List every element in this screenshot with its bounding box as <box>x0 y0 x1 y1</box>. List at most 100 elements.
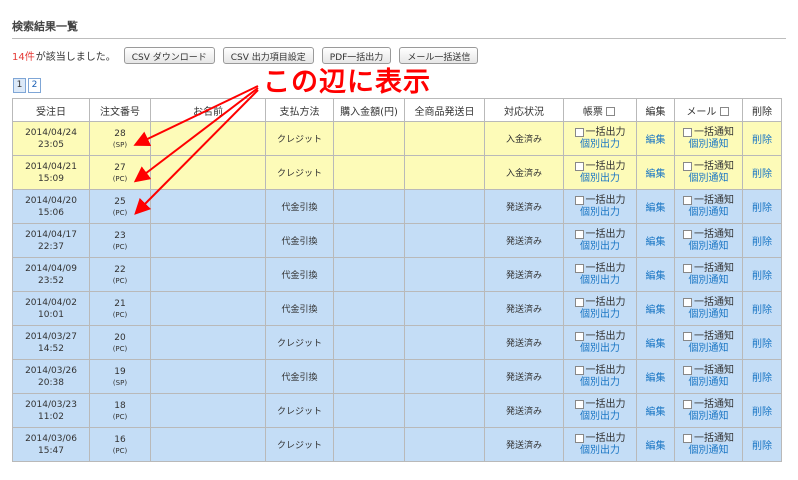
mail-bulk-checkbox[interactable] <box>683 399 692 409</box>
status-cell: 発送済み <box>484 393 564 428</box>
edit-link[interactable]: 編集 <box>646 373 666 384</box>
col-name[interactable]: お名前 <box>150 98 266 122</box>
mail-bulk-checkbox[interactable] <box>683 297 692 307</box>
individual-output-link[interactable]: 個別出力 <box>566 275 634 287</box>
ticket-bulk-checkbox[interactable] <box>574 331 584 341</box>
col-order-date[interactable]: 受注日 <box>12 98 90 122</box>
individual-notify-link[interactable]: 個別通知 <box>677 377 740 389</box>
delete-link[interactable]: 削除 <box>752 373 772 384</box>
individual-output-link[interactable]: 個別出力 <box>566 411 634 423</box>
mail-bulk-checkbox[interactable] <box>683 127 692 137</box>
mail-bulk-checkbox[interactable] <box>683 263 692 273</box>
individual-output-link[interactable]: 個別出力 <box>566 139 634 151</box>
edit-link[interactable]: 編集 <box>646 271 666 282</box>
payment-cell: クレジット <box>265 155 334 190</box>
edit-link[interactable]: 編集 <box>646 305 666 316</box>
ticket-select-all-checkbox[interactable] <box>606 107 616 116</box>
order-no-cell: 25 (PC) <box>89 189 151 224</box>
order-no-cell: 19 (SP) <box>89 359 151 394</box>
ticket-bulk-checkbox[interactable] <box>574 161 584 171</box>
ship-date-cell <box>404 325 485 360</box>
delete-link[interactable]: 削除 <box>752 441 772 452</box>
mail-bulk-checkbox[interactable] <box>683 331 692 341</box>
page-link-1[interactable]: 1 <box>13 78 26 93</box>
payment-cell: クレジット <box>265 393 334 428</box>
order-no: 18 <box>114 400 126 411</box>
order-no: 16 <box>114 434 126 445</box>
mail-select-all-checkbox[interactable] <box>719 107 729 116</box>
col-status[interactable]: 対応状況 <box>484 98 564 122</box>
individual-output-link[interactable]: 個別出力 <box>566 377 634 389</box>
csv-download-button[interactable]: CSV ダウンロード <box>123 47 215 64</box>
order-date-cell: 2014/03/23 11:02 <box>12 393 90 428</box>
edit-link[interactable]: 編集 <box>646 339 666 350</box>
status-cell: 発送済み <box>484 189 564 224</box>
bulk-output-label: 一括出力 <box>585 262 626 274</box>
col-amount[interactable]: 購入金額(円) <box>333 98 405 122</box>
page-link-2[interactable]: 2 <box>28 78 41 93</box>
delete-link[interactable]: 削除 <box>752 203 772 214</box>
name-cell <box>150 291 266 326</box>
delete-link[interactable]: 削除 <box>752 237 772 248</box>
name-cell <box>150 257 266 292</box>
individual-output-link[interactable]: 個別出力 <box>566 343 634 355</box>
delete-cell: 削除 <box>742 359 782 394</box>
ticket-bulk-checkbox[interactable] <box>574 195 584 205</box>
individual-output-link[interactable]: 個別出力 <box>566 173 634 185</box>
individual-notify-link[interactable]: 個別通知 <box>677 207 740 219</box>
ticket-bulk-checkbox[interactable] <box>574 297 584 307</box>
delete-link[interactable]: 削除 <box>752 135 772 146</box>
delete-link[interactable]: 削除 <box>752 339 772 350</box>
ship-date-cell <box>404 121 485 156</box>
individual-output-link[interactable]: 個別出力 <box>566 207 634 219</box>
individual-notify-link[interactable]: 個別通知 <box>677 445 740 457</box>
delete-link[interactable]: 削除 <box>752 169 772 180</box>
individual-notify-link[interactable]: 個別通知 <box>677 173 740 185</box>
individual-output-link[interactable]: 個別出力 <box>566 309 634 321</box>
order-no-cell: 18 (PC) <box>89 393 151 428</box>
ticket-bulk-checkbox[interactable] <box>574 263 584 273</box>
order-date: 2014/03/06 <box>25 433 77 444</box>
name-cell <box>150 359 266 394</box>
mail-bulk-checkbox[interactable] <box>683 365 692 375</box>
col-payment[interactable]: 支払方法 <box>265 98 334 122</box>
bulk-notify-label: 一括通知 <box>694 398 734 410</box>
payment-cell: クレジット <box>265 325 334 360</box>
individual-notify-link[interactable]: 個別通知 <box>677 241 740 253</box>
edit-link[interactable]: 編集 <box>646 407 666 418</box>
delete-link[interactable]: 削除 <box>752 271 772 282</box>
edit-link[interactable]: 編集 <box>646 203 666 214</box>
edit-link[interactable]: 編集 <box>646 135 666 146</box>
col-order-no[interactable]: 注文番号 <box>89 98 151 122</box>
individual-notify-link[interactable]: 個別通知 <box>677 343 740 355</box>
table-row: 2014/04/24 23:05 28 (SP) クレジット 入金済み 一括出力 個別出力 編集… <box>12 121 782 156</box>
ticket-bulk-checkbox[interactable] <box>574 399 584 409</box>
individual-notify-link[interactable]: 個別通知 <box>677 139 740 151</box>
edit-link[interactable]: 編集 <box>646 169 666 180</box>
ticket-bulk-checkbox[interactable] <box>574 365 584 375</box>
individual-notify-link[interactable]: 個別通知 <box>677 275 740 287</box>
edit-link[interactable]: 編集 <box>646 441 666 452</box>
mail-bulk-checkbox[interactable] <box>683 433 692 443</box>
table-row: 2014/04/17 22:37 23 (PC) 代金引換 発送済み 一括出力 個別出力 編集一… <box>12 223 782 258</box>
mail-bulk-checkbox[interactable] <box>683 195 692 205</box>
edit-cell: 編集 <box>636 325 675 360</box>
ticket-bulk-checkbox[interactable] <box>574 229 584 239</box>
delete-link[interactable]: 削除 <box>752 305 772 316</box>
individual-notify-link[interactable]: 個別通知 <box>677 411 740 423</box>
individual-notify-link[interactable]: 個別通知 <box>677 309 740 321</box>
order-date: 2014/04/02 <box>25 297 77 308</box>
col-ship-date[interactable]: 全商品発送日 <box>404 98 485 122</box>
table-row: 2014/04/21 15:09 27 (PC) クレジット 入金済み 一括出力 個別出力 編集… <box>12 155 782 190</box>
individual-output-link[interactable]: 個別出力 <box>566 241 634 253</box>
delete-link[interactable]: 削除 <box>752 407 772 418</box>
pager: 1 2 <box>13 78 43 93</box>
order-date: 2014/04/17 <box>25 229 77 240</box>
ticket-bulk-checkbox[interactable] <box>574 433 584 443</box>
mail-bulk-checkbox[interactable] <box>683 161 692 171</box>
mail-bulk-checkbox[interactable] <box>683 229 692 239</box>
edit-link[interactable]: 編集 <box>646 237 666 248</box>
individual-output-link[interactable]: 個別出力 <box>566 445 634 457</box>
delete-cell: 削除 <box>742 155 782 190</box>
ticket-bulk-checkbox[interactable] <box>574 127 584 137</box>
